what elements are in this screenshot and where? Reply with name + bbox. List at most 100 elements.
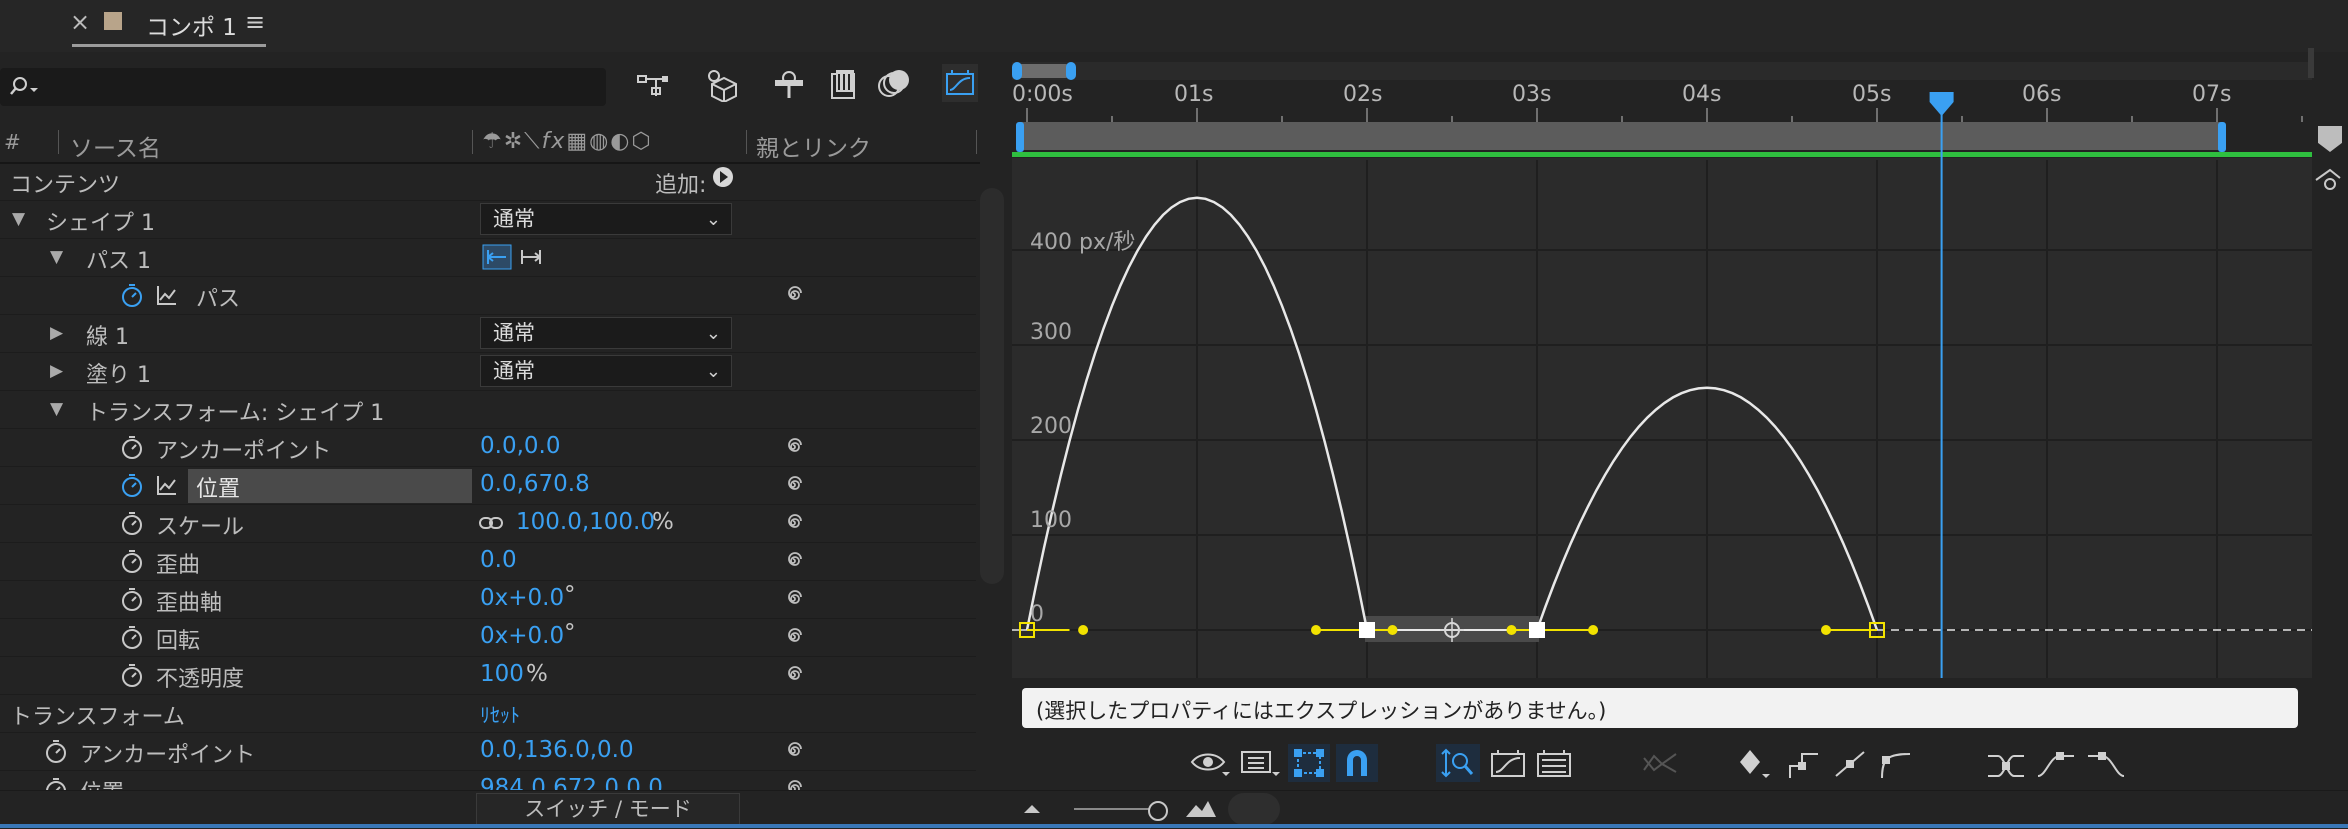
influence-handle[interactable] [1078, 625, 1089, 635]
anchor-value[interactable]: 0.0,0.0 [480, 433, 560, 459]
graph-type-menu-icon[interactable] [1240, 748, 1282, 780]
switch-mode-button[interactable]: スイッチ / モード [476, 793, 740, 825]
layer-anchor-value[interactable]: 0.0,136.0,0.0 [480, 737, 634, 763]
stopwatch-icon[interactable] [120, 548, 144, 574]
expression-spiral-icon[interactable] [782, 512, 804, 534]
skew-value[interactable]: 0.0 [480, 547, 517, 573]
fit-selection-icon[interactable] [1490, 748, 1528, 778]
expression-spiral-icon[interactable] [782, 550, 804, 572]
easy-ease-icon[interactable] [1986, 748, 2026, 780]
anchor-row[interactable]: アンカーポイント 0.0,0.0 [0, 428, 976, 467]
expand-triangle-icon[interactable]: ▼ [12, 209, 25, 229]
brainstorm-icon[interactable] [876, 68, 912, 100]
expand-triangle-icon[interactable]: ▼ [50, 247, 63, 267]
keyframe-diamond-menu-icon[interactable] [1738, 748, 1774, 780]
shape1-row[interactable]: ▼ シェイプ 1 通常 ⌄ [0, 200, 976, 239]
stopwatch-icon[interactable] [44, 776, 68, 790]
expression-spiral-icon[interactable] [782, 436, 804, 458]
path1-row[interactable]: ▼ パス 1 [0, 238, 976, 277]
expression-spiral-icon[interactable] [782, 588, 804, 610]
position-row[interactable]: 位置 0.0,670.8 [0, 466, 976, 505]
graph-toggle-icon[interactable] [156, 474, 178, 496]
playhead-head[interactable] [1929, 92, 1954, 116]
stopwatch-icon[interactable] [44, 738, 68, 764]
path-direction-icon[interactable] [482, 244, 512, 270]
stopwatch-icon[interactable] [120, 472, 144, 498]
shy-layers-icon[interactable] [704, 66, 742, 102]
col-source-label[interactable]: ソース名 [70, 129, 161, 163]
motion-blur-icon[interactable] [828, 68, 858, 100]
path-direction-reverse-icon[interactable] [516, 244, 546, 270]
skew-row[interactable]: 歪曲 0.0 [0, 542, 976, 581]
stroke1-row[interactable]: ▶ 線 1 通常 ⌄ [0, 314, 976, 353]
stopwatch-icon[interactable] [120, 624, 144, 650]
expression-spiral-icon[interactable] [782, 284, 804, 306]
auto-bezier-icon[interactable] [1878, 748, 1914, 780]
keyframe-marker[interactable] [1359, 622, 1375, 638]
graph-editor-toggle[interactable] [942, 64, 978, 102]
zoom-in-mountain-icon[interactable] [1184, 797, 1218, 819]
comp-tab-title[interactable]: コンポ 1 [146, 8, 237, 42]
position-value[interactable]: 0.0,670.8 [480, 471, 590, 497]
fill1-row[interactable]: ▶ 塗り 1 通常 ⌄ [0, 352, 976, 391]
shape1-blend-dropdown[interactable]: 通常 ⌄ [480, 203, 732, 235]
auto-zoom-toggle[interactable] [1436, 744, 1480, 782]
path-row[interactable]: パス [0, 276, 976, 315]
stopwatch-icon[interactable] [120, 434, 144, 460]
layer-position-value[interactable]: 984.0,672.0,0.0 [480, 775, 663, 790]
opacity-value[interactable]: 100 [480, 661, 524, 687]
skew-axis-row[interactable]: 歪曲軸 0x+0.0 ° [0, 580, 976, 619]
frame-blending-icon[interactable] [772, 70, 806, 100]
expression-spiral-icon[interactable] [782, 778, 804, 790]
influence-handle[interactable] [1588, 625, 1599, 635]
constrain-link-icon[interactable] [478, 514, 504, 532]
layer-list-scrollbar[interactable] [980, 188, 1004, 584]
comp-button-icon[interactable] [2314, 166, 2344, 192]
influence-handle[interactable] [1387, 625, 1398, 635]
influence-handle[interactable] [1821, 625, 1831, 635]
expression-spiral-icon[interactable] [782, 740, 804, 762]
graph-toggle-icon[interactable] [156, 284, 178, 306]
stopwatch-icon[interactable] [120, 662, 144, 688]
keyframe-marker[interactable] [1529, 622, 1545, 638]
time-navigator-handle[interactable] [1228, 793, 1280, 825]
graph-editor[interactable] [1012, 58, 2312, 680]
zoom-slider-thumb[interactable] [1148, 801, 1168, 821]
add-label[interactable]: 追加: [655, 167, 706, 199]
add-menu-icon[interactable] [712, 166, 734, 188]
layer-search-input[interactable] [0, 68, 606, 106]
fill1-blend-dropdown[interactable]: 通常 ⌄ [480, 355, 732, 387]
contents-row[interactable]: コンテンツ 追加: [0, 162, 976, 201]
comp-marker-well[interactable] [2318, 126, 2342, 152]
expand-triangle-icon[interactable]: ▼ [50, 399, 63, 419]
fit-all-icon[interactable] [1536, 748, 1574, 778]
scale-value[interactable]: 100.0,100.0 [516, 509, 655, 535]
expression-spiral-icon[interactable] [782, 474, 804, 496]
reset-link[interactable]: ﾘｾｯﾄ [480, 699, 520, 728]
expression-spiral-icon[interactable] [782, 626, 804, 648]
collapse-triangle-icon[interactable]: ▶ [50, 323, 63, 343]
col-parent-label[interactable]: 親とリンク [756, 129, 871, 163]
layer-position-row[interactable]: 位置 984.0,672.0,0.0 [0, 770, 976, 790]
stroke1-blend-dropdown[interactable]: 通常 ⌄ [480, 317, 732, 349]
linear-keyframe-icon[interactable] [1832, 748, 1868, 780]
stopwatch-icon[interactable] [120, 282, 144, 308]
draft-3d-icon[interactable] [636, 72, 670, 102]
opacity-row[interactable]: 不透明度 100 % [0, 656, 976, 695]
influence-handle[interactable] [1506, 625, 1517, 635]
influence-handle[interactable] [1311, 625, 1321, 635]
transform-shape-row[interactable]: ▼ トランスフォーム: シェイプ 1 [0, 390, 976, 429]
tab-menu-icon[interactable]: ≡ [245, 8, 265, 36]
skew-axis-value[interactable]: 0x+0.0 [480, 585, 564, 611]
transform-row[interactable]: トランスフォーム ﾘｾｯﾄ [0, 694, 976, 733]
rotation-value[interactable]: 0x+0.0 [480, 623, 564, 649]
scale-row[interactable]: スケール 100.0,100.0 % [0, 504, 976, 543]
stopwatch-icon[interactable] [120, 510, 144, 536]
stopwatch-icon[interactable] [120, 586, 144, 612]
separate-dimensions-icon[interactable] [1642, 750, 1680, 776]
transform-box-toggle[interactable] [1288, 744, 1330, 782]
eye-icon[interactable] [1190, 750, 1232, 780]
collapse-triangle-icon[interactable]: ▶ [50, 361, 63, 381]
hold-keyframe-icon[interactable] [1786, 748, 1822, 780]
expression-spiral-icon[interactable] [782, 664, 804, 686]
